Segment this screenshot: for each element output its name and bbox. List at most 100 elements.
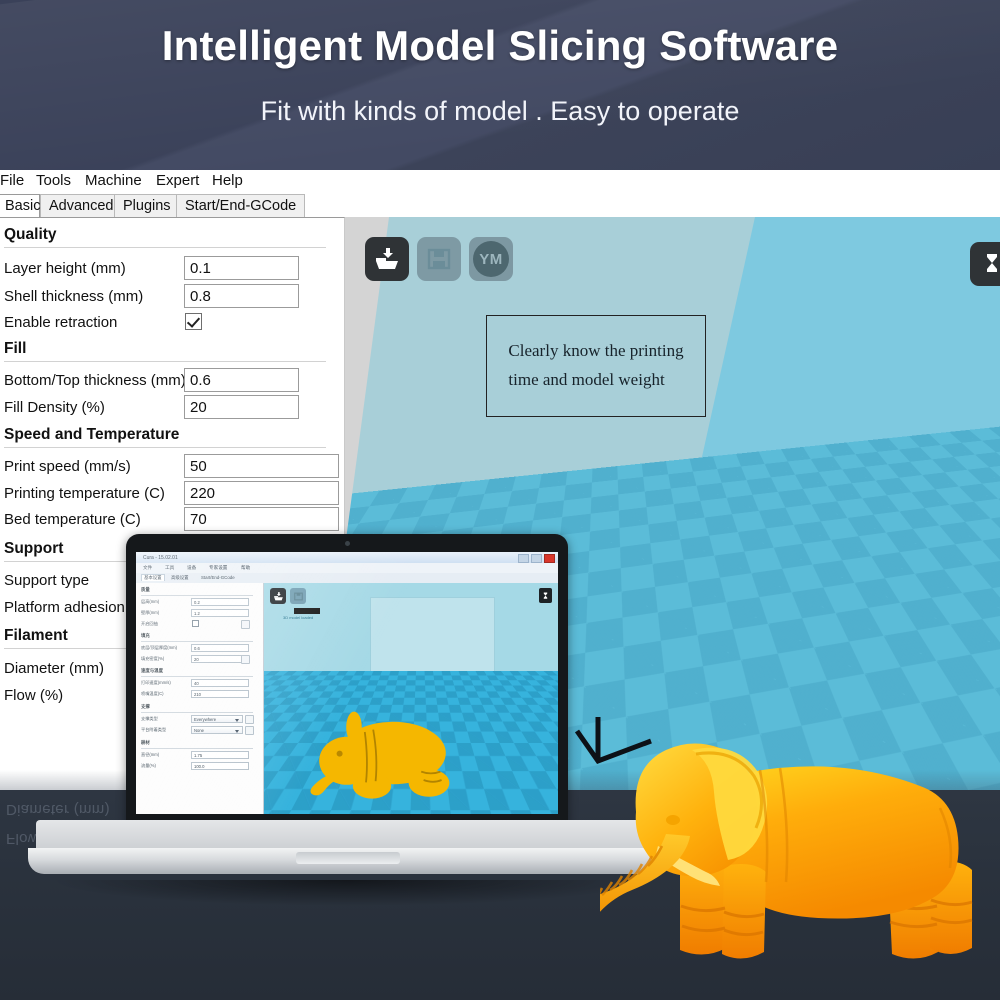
mini-rule (141, 595, 253, 596)
mini-menu-file[interactable]: 文件 (143, 565, 152, 571)
minimize-icon[interactable] (518, 554, 529, 563)
mini-tab-basic[interactable]: 基本设置 (141, 574, 165, 581)
menu-bar: File Tools Machine Expert Help (0, 170, 1000, 194)
group-fill: Fill (4, 340, 334, 362)
mini-group-support: 支撑 (141, 704, 150, 709)
label-bottom-top-thickness: Bottom/Top thickness (mm) (4, 372, 186, 389)
menu-item-file[interactable]: File (0, 172, 24, 189)
mini-elephant-model[interactable] (282, 690, 462, 810)
mini-help-button[interactable] (245, 715, 254, 724)
input-shell-thickness[interactable]: 0.8 (184, 284, 299, 308)
load-model-button[interactable] (365, 237, 409, 281)
mini-label-layer-height: 层高(mm) (141, 599, 160, 604)
mini-input-flow[interactable]: 100.0 (191, 762, 249, 770)
mini-select-platform-adhesion[interactable]: None (191, 726, 243, 734)
group-title-speed-temperature: Speed and Temperature (4, 426, 180, 443)
mini-rule (141, 676, 253, 677)
mini-rule (141, 641, 253, 642)
mini-select-support-type[interactable]: Everywhere (191, 715, 243, 723)
maximize-icon[interactable] (531, 554, 542, 563)
tab-plugins[interactable]: Plugins (114, 194, 180, 217)
laptop-shadow (48, 880, 648, 906)
input-print-speed[interactable]: 50 (184, 454, 339, 478)
callout-text: Clearly know the printing time and model… (494, 337, 697, 395)
mini-input-bottom-top[interactable]: 0.6 (191, 644, 249, 652)
mini-menu-machine[interactable]: 设备 (187, 565, 196, 571)
label-print-speed: Print speed (mm/s) (4, 458, 131, 475)
group-title-quality: Quality (4, 226, 57, 243)
mini-checkbox-retraction[interactable] (192, 620, 199, 627)
mini-input-diameter[interactable]: 1.75 (191, 751, 249, 759)
input-fill-density[interactable]: 20 (184, 395, 299, 419)
view-mode-icon (543, 592, 548, 599)
mini-menu-expert[interactable]: 专家设置 (209, 565, 227, 571)
laptop-screen[interactable]: Cura - 15.02.01 文件 工具 设备 专家设置 帮助 基本设置 高级… (136, 552, 558, 814)
mini-rule (141, 712, 253, 713)
mini-3d-viewport[interactable]: 3D model loaded (264, 583, 558, 814)
label-layer-height: Layer height (mm) (4, 260, 126, 277)
menu-item-help[interactable]: Help (212, 172, 243, 189)
group-rule (4, 361, 326, 362)
label-shell-thickness: Shell thickness (mm) (4, 288, 144, 305)
window-controls[interactable] (518, 554, 555, 563)
checkbox-enable-retraction[interactable] (185, 313, 202, 330)
menu-item-tools[interactable]: Tools (36, 172, 71, 189)
group-rule (4, 247, 326, 248)
mini-label-print-speed: 打印速度(mm/s) (141, 680, 171, 685)
webcam-icon (344, 541, 350, 546)
input-bottom-top-thickness[interactable]: 0.6 (184, 368, 299, 392)
mini-view-mode-button[interactable] (539, 588, 552, 603)
mini-help-button[interactable] (241, 620, 250, 629)
view-mode-icon (987, 254, 997, 272)
mini-input-nozzle-temp[interactable]: 210 (191, 690, 249, 698)
label-bed-temperature: Bed temperature (C) (4, 511, 141, 528)
promo-banner: Intelligent Model Slicing Software Fit w… (0, 0, 1000, 170)
mini-input-wall-thickness[interactable]: 1.2 (191, 609, 249, 617)
label-fill-density: Fill Density (%) (4, 399, 105, 416)
label-enable-retraction: Enable retraction (4, 314, 118, 331)
mini-load-model-button[interactable] (270, 588, 286, 604)
mini-label-support-type: 支撑类型 (141, 716, 158, 721)
view-mode-button[interactable] (970, 242, 1000, 286)
mini-group-filament: 耕材 (141, 740, 150, 745)
mini-rule (141, 748, 253, 749)
mini-settings-panel: 质量 层高(mm) 0.2 壁厚(mm) 1.2 开启回抽 填充 底层/顶层厚度… (136, 583, 264, 814)
screenshot-root: Intelligent Model Slicing Software Fit w… (0, 0, 1000, 1000)
mini-label-platform-adhesion: 平台附着类型 (141, 727, 167, 732)
mini-group-fill: 填充 (141, 633, 150, 638)
mini-help-button[interactable] (241, 655, 250, 664)
tab-advanced[interactable]: Advanced (40, 194, 123, 217)
mini-label-wall-thickness: 壁厚(mm) (141, 610, 160, 615)
close-icon[interactable] (544, 554, 555, 563)
mini-input-print-speed[interactable]: 40 (191, 679, 249, 687)
laptop-lid: Cura - 15.02.01 文件 工具 设备 专家设置 帮助 基本设置 高级… (126, 534, 568, 831)
menu-item-expert[interactable]: Expert (156, 172, 199, 189)
mini-input-layer-height[interactable]: 0.2 (191, 598, 249, 606)
elephant-eye (666, 815, 680, 825)
mini-label-flow: 流量(%) (141, 763, 156, 768)
mini-label-fill-density: 填充密度(%) (141, 656, 165, 661)
save-toolpath-button[interactable] (417, 237, 461, 281)
tab-start-end-gcode[interactable]: Start/End-GCode (176, 194, 306, 217)
mini-save-button[interactable] (290, 588, 306, 604)
mini-menu-help[interactable]: 帮助 (241, 565, 250, 571)
mini-help-button[interactable] (245, 726, 254, 735)
input-printing-temperature[interactable]: 220 (184, 481, 339, 505)
mini-status-bar (294, 608, 320, 614)
mini-tab-gcode[interactable]: Start/End-GCode (201, 575, 235, 580)
mini-menu-bar: 文件 工具 设备 专家设置 帮助 (136, 563, 558, 573)
ym-badge-label: YM (473, 241, 509, 277)
load-model-icon (376, 248, 398, 269)
callout-line-1: Clearly know the printing (508, 341, 684, 361)
group-speed-temperature: Speed and Temperature (4, 426, 334, 448)
menu-item-machine[interactable]: Machine (85, 172, 142, 189)
tab-basic[interactable]: Basic (0, 194, 40, 217)
share-ym-button[interactable]: YM (469, 237, 513, 281)
input-layer-height[interactable]: 0.1 (184, 256, 299, 280)
mini-tab-advanced[interactable]: 高级设置 (171, 575, 189, 581)
input-bed-temperature[interactable]: 70 (184, 507, 339, 531)
tab-strip: Basic Advanced Plugins Start/End-GCode (0, 194, 1000, 218)
page-title: Intelligent Model Slicing Software (161, 22, 839, 69)
group-title-fill: Fill (4, 340, 27, 357)
mini-menu-tools[interactable]: 工具 (165, 565, 174, 571)
